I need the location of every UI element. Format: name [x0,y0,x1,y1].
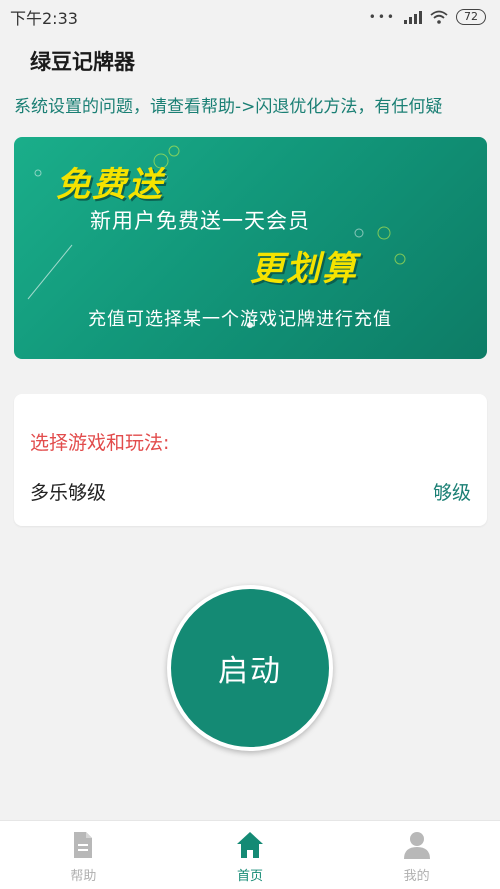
nav-item-mine[interactable]: 我的 [333,821,500,889]
status-time: 下午2:33 [10,9,78,28]
nav-label-help: 帮助 [70,869,97,884]
bottom-nav: 帮助 首页 我的 [0,820,500,889]
page-title: 绿豆记牌器 [30,50,135,74]
home-icon [237,832,263,858]
game-selection-label: 选择游戏和玩法: [30,432,170,454]
banner-line-recharge: 充值可选择某一个游戏记牌进行充值 [88,309,392,330]
start-button[interactable]: 启动 [167,585,333,751]
status-icons: ••• 72 [369,9,486,25]
dots-icon: ••• [368,10,396,24]
game-mode-selector[interactable]: 够级 [433,478,471,505]
notice-text: 系统设置的问题，请查看帮助->闪退优化方法，有任何疑 [14,97,443,117]
wifi-icon [430,10,448,24]
game-name[interactable]: 多乐够级 [30,478,106,505]
battery-icon: 72 [456,9,486,25]
start-button-label: 启动 [218,654,282,689]
banner-line-new-user: 新用户免费送一天会员 [90,209,310,233]
banner-headline-value: 更划算 [250,249,358,289]
nav-item-home[interactable]: 首页 [167,821,334,889]
nav-label-home: 首页 [237,869,264,884]
banner-headline-free: 免费送 [56,165,164,205]
document-icon [74,832,93,858]
nav-item-help[interactable]: 帮助 [0,821,167,889]
notice-marquee: 系统设置的问题，请查看帮助->闪退优化方法，有任何疑 [0,88,500,118]
promo-banner[interactable]: 免费送 新用户免费送一天会员 更划算 充值可选择某一个游戏记牌进行充值 [14,137,487,359]
nav-label-mine: 我的 [403,869,430,884]
game-selection-card: 选择游戏和玩法: 多乐够级 够级 [14,394,487,526]
status-bar: 下午2:33 ••• 72 [0,0,500,34]
user-icon [403,832,430,859]
signal-icon [404,10,422,24]
